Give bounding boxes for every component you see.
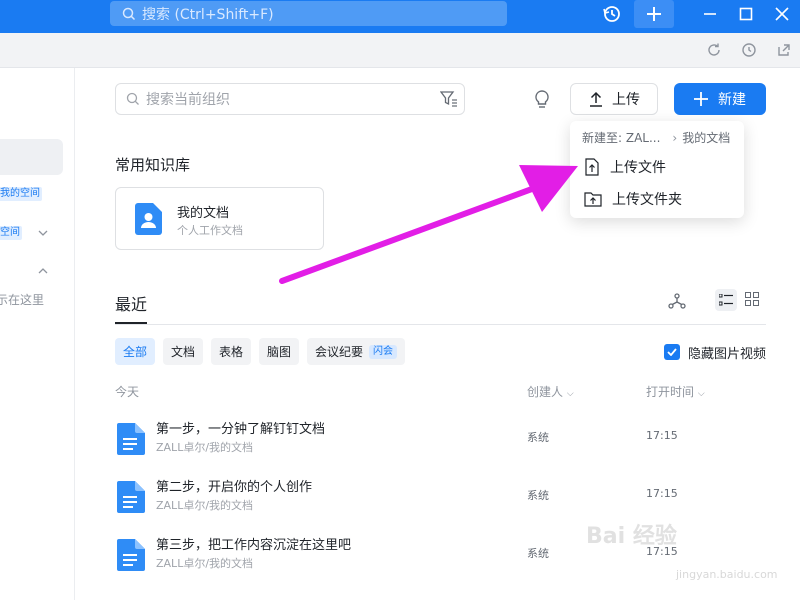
check-icon <box>667 348 677 356</box>
column-opened-label: 打开时间 <box>646 385 695 399</box>
row-path: ZALL卓尔/我的文档 <box>156 499 254 512</box>
knowledge-card-my-docs[interactable]: 我的文档 个人工作文档 <box>115 187 324 250</box>
document-icon <box>117 481 145 513</box>
tab-recent[interactable]: 最近 <box>115 291 147 315</box>
hide-media-label: 隐藏图片视频 <box>688 347 767 362</box>
knowledge-card-desc: 个人工作文档 <box>177 224 243 237</box>
list-view-icon <box>719 294 733 306</box>
filter-mindmap[interactable]: 脑图 <box>259 338 299 365</box>
share-icon[interactable] <box>776 42 792 58</box>
document-icon <box>117 423 145 455</box>
global-search-placeholder: 搜索 (Ctrl+Shift+F) <box>142 6 274 23</box>
divider <box>115 324 766 325</box>
row-path: ZALL卓尔/我的文档 <box>156 557 254 570</box>
row-title: 第一步，一分钟了解钉钉文档 <box>156 422 326 437</box>
close-icon[interactable] <box>771 3 793 25</box>
document-icon <box>117 539 145 571</box>
filter-sheet[interactable]: 表格 <box>211 338 251 365</box>
row-creator: 系统 <box>527 489 549 502</box>
column-header-opened-time[interactable]: 打开时间 ⌵ <box>646 383 705 400</box>
filter-meeting-notes[interactable]: 会议纪要 闪会 <box>307 338 405 365</box>
sub-toolbar <box>0 33 800 68</box>
chevron-down-icon: ⌵ <box>697 389 705 399</box>
row-title: 第三步，把工作内容沉淀在这里吧 <box>156 538 352 553</box>
structure-icon[interactable] <box>668 292 686 310</box>
grid-view-icon[interactable] <box>745 292 759 306</box>
filter-all[interactable]: 全部 <box>115 338 155 365</box>
list-view-button[interactable] <box>715 289 737 311</box>
history-icon[interactable] <box>601 3 623 25</box>
menu-item-upload-file[interactable]: 上传文件 <box>570 151 744 183</box>
minimize-icon[interactable] <box>699 3 721 25</box>
upload-target-folder: 我的文档 <box>682 131 731 145</box>
person-doc-icon <box>135 203 162 235</box>
search-icon <box>122 7 136 20</box>
filter-meeting-notes-label: 会议纪要 <box>314 345 363 359</box>
chevron-up-icon[interactable] <box>37 265 49 277</box>
search-icon <box>126 92 139 105</box>
menu-item-upload-folder[interactable]: 上传文件夹 <box>570 183 744 215</box>
plus-icon <box>694 92 708 106</box>
upload-file-icon <box>585 158 599 176</box>
row-creator: 系统 <box>527 547 549 560</box>
sidebar-tag-space[interactable]: 空间 <box>0 226 22 240</box>
filter-doc[interactable]: 文档 <box>163 338 203 365</box>
row-title: 第二步，开启你的个人创作 <box>156 480 313 495</box>
knowledge-card-name: 我的文档 <box>177 206 230 221</box>
chevron-down-icon: ⌵ <box>566 389 574 399</box>
new-button[interactable]: 新建 <box>674 83 766 115</box>
upload-button-label: 上传 <box>612 92 640 108</box>
org-search-placeholder: 搜索当前组织 <box>146 92 230 108</box>
plus-icon <box>647 7 661 21</box>
sidebar-item-active[interactable] <box>0 139 63 175</box>
menu-item-label: 上传文件夹 <box>612 192 682 208</box>
upload-folder-icon <box>584 192 602 207</box>
hide-media-checkbox[interactable] <box>664 344 680 360</box>
upload-target-path[interactable]: 新建至: ZAL... › 我的文档 <box>582 129 730 146</box>
sidebar-hint-text: 示在这里 <box>0 293 45 307</box>
column-header-creator[interactable]: 创建人 ⌵ <box>527 383 574 400</box>
filter-icon[interactable] <box>440 91 458 107</box>
row-path: ZALL卓尔/我的文档 <box>156 441 254 454</box>
upload-button[interactable]: 上传 <box>570 83 658 115</box>
global-search-input[interactable]: 搜索 (Ctrl+Shift+F) <box>110 1 507 26</box>
add-tab-button[interactable] <box>634 0 674 28</box>
knowledge-section-title: 常用知识库 <box>115 156 191 174</box>
table-row[interactable]: 第一步，一分钟了解钉钉文档 ZALL卓尔/我的文档 系统 17:15 <box>115 415 766 473</box>
maximize-icon[interactable] <box>735 3 757 25</box>
row-creator: 系统 <box>527 431 549 444</box>
row-time: 17:15 <box>646 487 678 500</box>
flash-meeting-badge: 闪会 <box>369 344 397 359</box>
menu-item-label: 上传文件 <box>610 160 666 176</box>
upload-icon <box>590 91 602 107</box>
refresh-icon[interactable] <box>706 42 722 58</box>
org-search-input[interactable]: 搜索当前组织 <box>115 83 465 115</box>
group-header-today: 今天 <box>115 385 140 399</box>
upload-target-prefix: 新建至: ZAL... <box>582 131 661 145</box>
row-time: 17:15 <box>646 429 678 442</box>
column-creator-label: 创建人 <box>527 385 564 399</box>
new-button-label: 新建 <box>718 92 746 108</box>
watermark-logo: Bai 经验 <box>586 524 677 549</box>
sidebar-tag-my-space[interactable]: 我的空间 <box>0 187 42 201</box>
recent-history-icon[interactable] <box>741 42 757 58</box>
chevron-right-icon: › <box>672 130 678 145</box>
watermark-url: jingyan.baidu.com <box>676 568 778 581</box>
upload-dropdown-menu: 新建至: ZAL... › 我的文档 上传文件 上传文件夹 <box>570 121 744 218</box>
chevron-down-icon[interactable] <box>37 227 49 239</box>
lightbulb-icon[interactable] <box>533 89 551 109</box>
